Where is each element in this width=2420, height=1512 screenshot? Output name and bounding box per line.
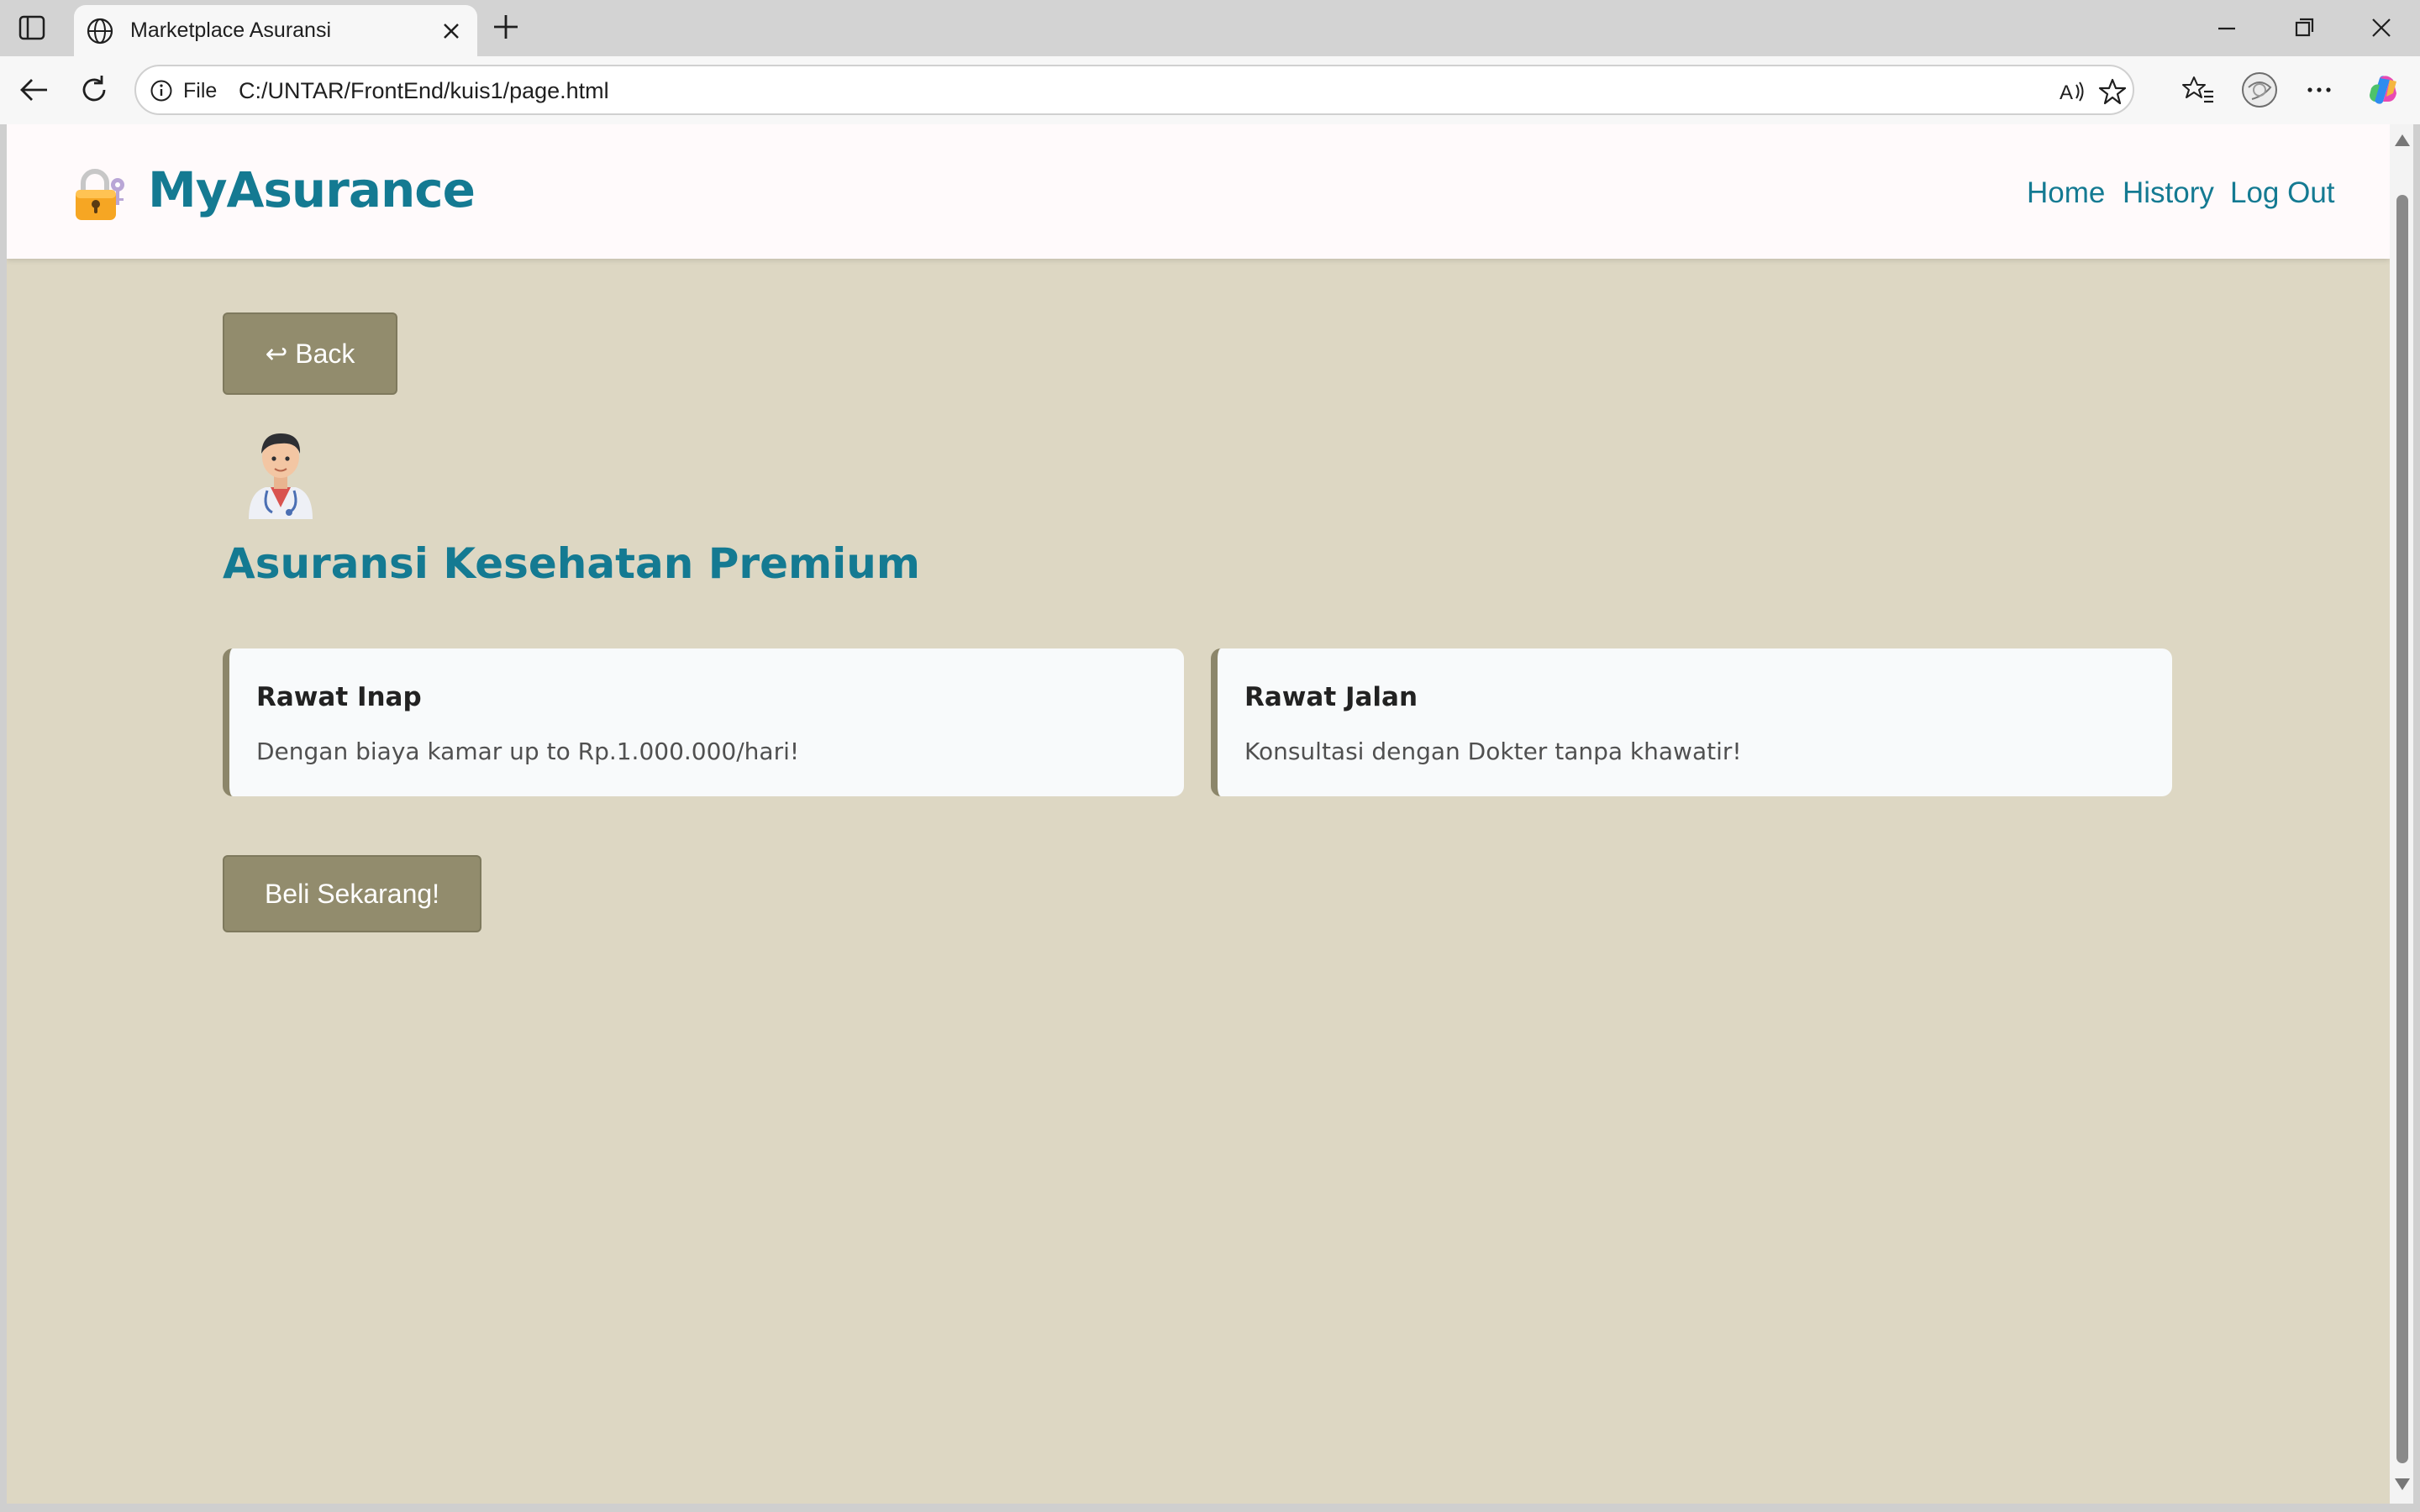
scrollbar-thumb[interactable] xyxy=(2396,195,2408,1463)
card-title: Rawat Jalan xyxy=(1244,682,1418,712)
favorite-star-icon[interactable] xyxy=(2097,76,2128,107)
browser-toolbar: File C:/UNTAR/FrontEnd/kuis1/page.html A xyxy=(0,56,2420,124)
page-heading: Asuransi Kesehatan Premium xyxy=(223,539,920,588)
address-scheme: File xyxy=(183,79,218,102)
scroll-up-icon[interactable] xyxy=(2395,134,2410,146)
scroll-down-icon[interactable] xyxy=(2395,1478,2410,1490)
tab-title: Marketplace Asuransi xyxy=(130,18,332,42)
reload-icon[interactable] xyxy=(76,71,113,108)
more-options-icon[interactable] xyxy=(2302,73,2336,107)
feature-card-rawat-jalan: Rawat Jalan Konsultasi dengan Dokter tan… xyxy=(1211,648,2172,796)
padlock-key-icon xyxy=(76,169,124,220)
minimize-icon[interactable] xyxy=(2210,12,2244,44)
nav-history-link[interactable]: History xyxy=(2123,176,2214,210)
back-button[interactable]: ↩ Back xyxy=(223,312,397,395)
browser-tab-bar: Marketplace Asuransi xyxy=(0,0,2420,56)
back-arrow-icon[interactable] xyxy=(15,71,52,108)
address-url[interactable]: C:/UNTAR/FrontEnd/kuis1/page.html xyxy=(239,78,609,104)
globe-icon xyxy=(87,18,113,45)
new-tab-icon[interactable] xyxy=(491,12,521,42)
buy-now-button[interactable]: Beli Sekarang! xyxy=(223,855,481,932)
page-viewport: MyAsurance Home History Log Out ↩ Back A… xyxy=(7,124,2390,1504)
close-tab-icon[interactable] xyxy=(437,17,466,45)
sidebar-toggle-icon[interactable] xyxy=(18,15,45,40)
card-description: Konsultasi dengan Dokter tanpa khawatir! xyxy=(1244,738,1742,765)
browser-tab[interactable]: Marketplace Asuransi xyxy=(74,5,477,56)
page-scrollbar[interactable] xyxy=(2390,124,2413,1504)
card-description: Dengan biaya kamar up to Rp.1.000.000/ha… xyxy=(256,738,800,765)
svg-text:A: A xyxy=(2060,81,2073,104)
favorites-icon[interactable] xyxy=(2181,73,2215,107)
profile-avatar-icon[interactable] xyxy=(2240,71,2279,109)
info-icon[interactable] xyxy=(150,79,173,102)
nav-home-link[interactable]: Home xyxy=(2027,176,2105,210)
doctor-icon xyxy=(249,433,313,519)
read-aloud-icon[interactable]: A xyxy=(2057,76,2087,107)
close-window-icon[interactable] xyxy=(2365,12,2398,44)
card-title: Rawat Inap xyxy=(256,682,422,712)
address-bar[interactable]: File C:/UNTAR/FrontEnd/kuis1/page.html A xyxy=(134,65,2134,115)
feature-card-rawat-inap: Rawat Inap Dengan biaya kamar up to Rp.1… xyxy=(223,648,1184,796)
brand-name[interactable]: MyAsurance xyxy=(148,161,476,218)
copilot-icon[interactable] xyxy=(2365,71,2402,108)
restore-icon[interactable] xyxy=(2287,12,2321,44)
nav-logout-link[interactable]: Log Out xyxy=(2230,176,2335,210)
site-header: MyAsurance Home History Log Out xyxy=(7,124,2390,259)
